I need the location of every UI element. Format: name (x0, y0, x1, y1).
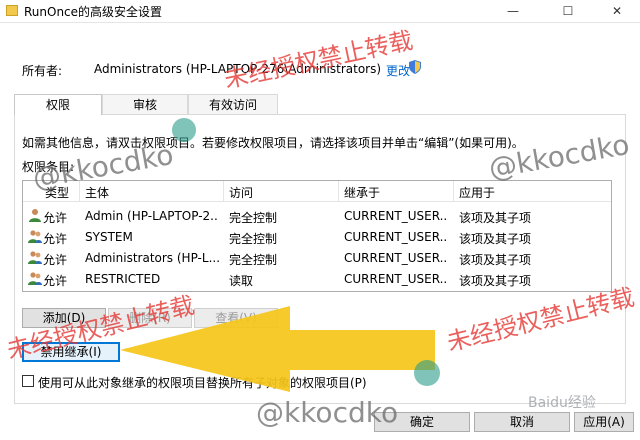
group-icon (28, 272, 42, 285)
user-icon (29, 209, 41, 222)
cell-subject: Administrators (HP-L... (85, 251, 219, 265)
cell-type: 允许 (43, 253, 68, 267)
change-owner-link[interactable]: 更改 (386, 62, 410, 79)
cell-applies-to: 该项及其子项 (459, 211, 532, 225)
table-header: 类型 主体 访问 继承于 应用于 (23, 181, 611, 202)
disable-inheritance-button[interactable]: 禁用继承(I) (22, 342, 120, 362)
cell-type: 允许 (43, 274, 68, 288)
cell-inherited-from: CURRENT_USER... (344, 230, 448, 244)
title-bar: RunOnce的高级安全设置 — ☐ ✕ (0, 0, 640, 23)
shield-icon (409, 60, 421, 74)
column-subject[interactable]: 主体 (85, 184, 109, 201)
close-button[interactable]: ✕ (594, 0, 640, 22)
cell-inherited-from: CURRENT_USER... (344, 272, 448, 286)
add-button[interactable]: 添加(D) (22, 308, 106, 328)
group-icon (28, 230, 42, 243)
cell-access: 完全控制 (229, 253, 278, 267)
window-title: RunOnce的高级安全设置 (24, 5, 163, 19)
info-text: 如需其他信息，请双击权限项目。若要修改权限项目，请选择该项目并单击“编辑”(如果… (22, 136, 524, 150)
watermark-dot (172, 118, 196, 142)
folder-icon (6, 5, 18, 16)
column-inherited-from[interactable]: 继承于 (344, 184, 380, 201)
owner-label: 所有者: (22, 64, 63, 78)
cell-subject: Admin (HP-LAPTOP-2... (85, 209, 219, 223)
column-access[interactable]: 访问 (229, 184, 253, 201)
cell-subject: SYSTEM (85, 230, 133, 244)
permission-table[interactable]: 类型 主体 访问 继承于 应用于 允许 Admin (HP-LAPTOP-2..… (22, 180, 612, 292)
column-divider[interactable] (338, 181, 339, 201)
cell-type: 允许 (43, 232, 68, 246)
tab-effective-access[interactable]: 有效访问 (188, 94, 278, 114)
group-icon (28, 251, 42, 264)
cancel-button[interactable]: 取消 (474, 412, 570, 432)
column-divider[interactable] (79, 181, 80, 201)
apply-button[interactable]: 应用(A) (574, 412, 634, 432)
cell-subject: RESTRICTED (85, 272, 161, 286)
owner-value: Administrators (HP-LAPTOP-276\Administra… (94, 62, 382, 76)
table-row[interactable]: 允许 Administrators (HP-L... 完全控制 CURRENT_… (23, 247, 611, 268)
pointer-arrow-icon (120, 306, 435, 392)
replace-checkbox[interactable] (22, 375, 34, 387)
minimize-button[interactable]: — (490, 0, 536, 22)
permission-entries-title: 权限条目: (22, 160, 75, 174)
tab-auditing[interactable]: 审核 (102, 94, 188, 114)
watermark-dot (414, 360, 440, 386)
cell-applies-to: 该项及其子项 (459, 274, 532, 288)
column-applies-to[interactable]: 应用于 (459, 184, 495, 201)
cell-type: 允许 (43, 211, 68, 225)
cell-applies-to: 该项及其子项 (459, 253, 532, 267)
tab-permissions[interactable]: 权限 (14, 94, 102, 115)
cell-access: 完全控制 (229, 232, 278, 246)
cell-inherited-from: CURRENT_USER... (344, 251, 448, 265)
watermark-text: 未经授权禁止转载 (221, 26, 416, 94)
column-divider[interactable] (223, 181, 224, 201)
table-row[interactable]: 允许 Admin (HP-LAPTOP-2... 完全控制 CURRENT_US… (23, 205, 611, 226)
cell-access: 完全控制 (229, 211, 278, 225)
column-type[interactable]: 类型 (45, 184, 69, 201)
cell-access: 读取 (229, 274, 254, 288)
cell-applies-to: 该项及其子项 (459, 232, 532, 246)
table-row[interactable]: 允许 RESTRICTED 读取 CURRENT_USER... 该项及其子项 (23, 268, 611, 289)
cell-inherited-from: CURRENT_USER... (344, 209, 448, 223)
column-divider[interactable] (453, 181, 454, 201)
table-row[interactable]: 允许 SYSTEM 完全控制 CURRENT_USER... 该项及其子项 (23, 226, 611, 247)
maximize-button[interactable]: ☐ (545, 0, 591, 22)
ok-button[interactable]: 确定 (374, 412, 470, 432)
